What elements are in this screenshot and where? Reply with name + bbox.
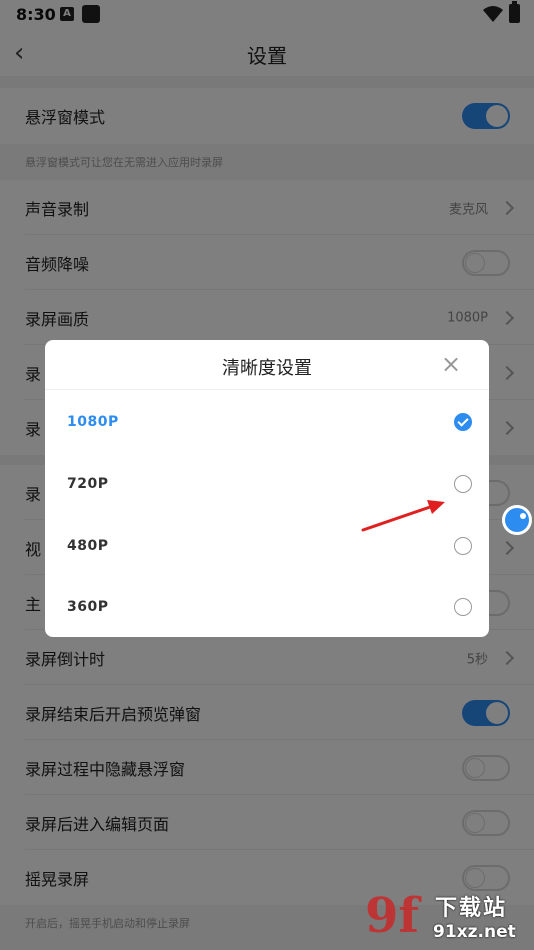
resolution-option-1080p[interactable]: 1080P xyxy=(45,391,489,452)
resolution-dialog: 清晰度设置 × 1080P 720P 480P 360P xyxy=(45,340,489,637)
option-label: 480P xyxy=(67,537,109,554)
option-label: 1080P xyxy=(67,413,119,430)
annotation-arrow-icon xyxy=(361,500,445,532)
resolution-option-360p[interactable]: 360P xyxy=(45,576,489,637)
watermark-logo: 9f 下载站 91xz.net xyxy=(365,888,534,950)
dialog-header: 清晰度设置 × xyxy=(45,340,489,390)
radio-unchecked-icon[interactable] xyxy=(454,474,472,493)
dialog-title: 清晰度设置 xyxy=(222,358,312,379)
watermark-bottom-text: 91xz.net xyxy=(433,922,516,942)
watermark-mark-icon: 9f xyxy=(365,888,420,944)
radio-unchecked-icon[interactable] xyxy=(454,536,472,555)
close-icon[interactable]: × xyxy=(439,352,463,376)
option-label: 720P xyxy=(67,475,109,492)
floating-ball-dot xyxy=(520,513,526,519)
floating-ball-inner xyxy=(505,508,529,532)
radio-unchecked-icon[interactable] xyxy=(454,597,472,616)
radio-checked-icon[interactable] xyxy=(454,412,472,431)
watermark-top-text: 下载站 xyxy=(435,896,508,921)
floating-record-ball[interactable] xyxy=(502,505,532,535)
option-label: 360P xyxy=(67,598,109,615)
